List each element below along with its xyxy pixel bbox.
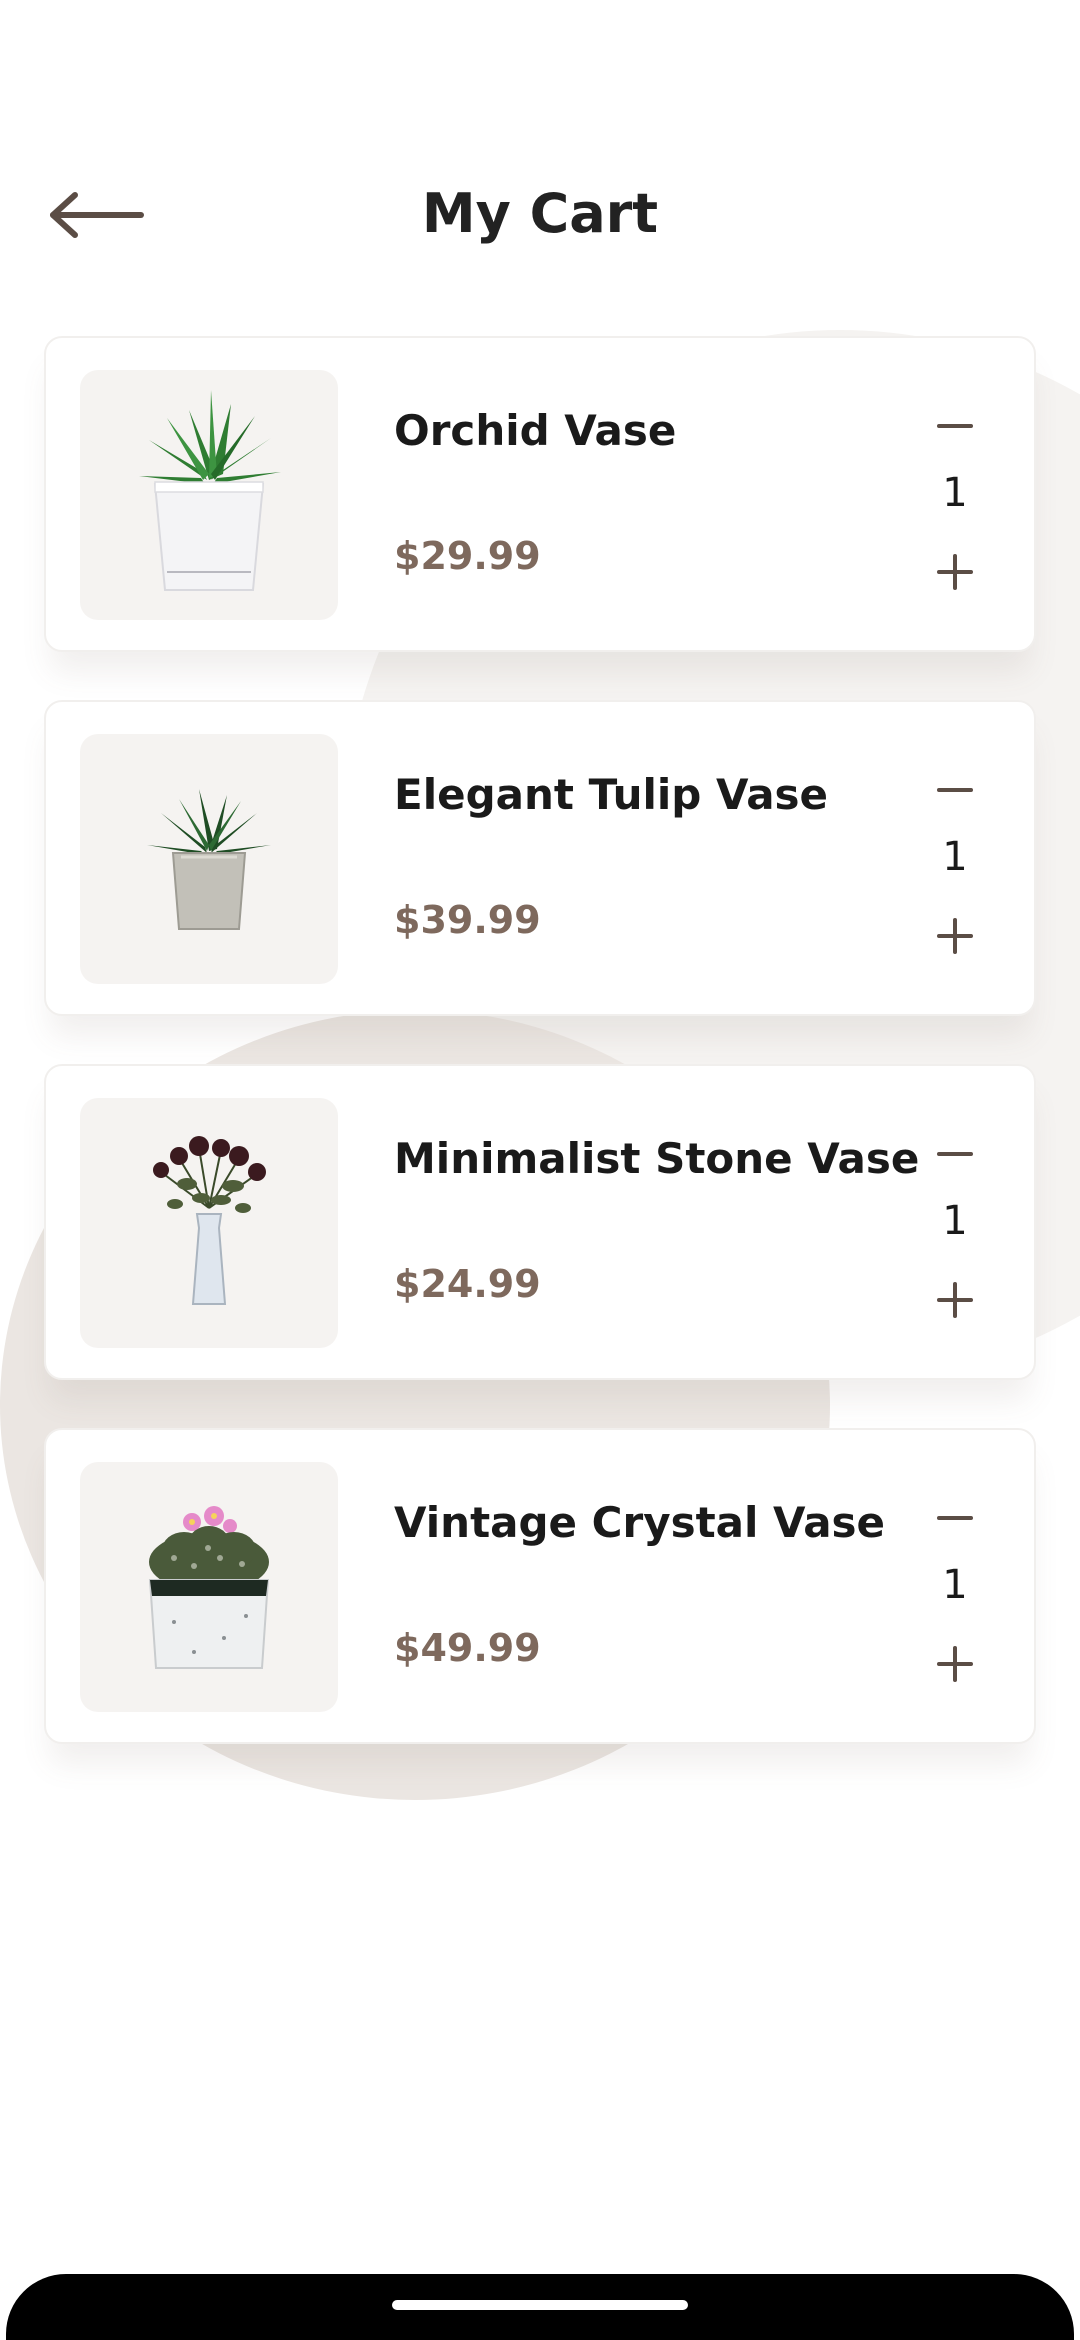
- minus-icon: [937, 1516, 973, 1520]
- product-image: [80, 1098, 338, 1348]
- quantity-stepper: 1: [920, 1126, 990, 1326]
- plus-icon: [937, 918, 973, 954]
- quantity-stepper: 1: [920, 762, 990, 962]
- cart-item[interactable]: Elegant Tulip Vase $39.99 1: [44, 700, 1036, 1016]
- minus-icon: [937, 1152, 973, 1156]
- product-name: Vintage Crystal Vase: [394, 1498, 886, 1547]
- product-name: Orchid Vase: [394, 406, 677, 455]
- decrease-quantity-button[interactable]: [920, 1126, 990, 1182]
- quantity-value: 1: [942, 834, 968, 880]
- quantity-stepper: 1: [920, 1490, 990, 1690]
- increase-quantity-button[interactable]: [920, 544, 990, 600]
- product-price: $49.99: [394, 1626, 541, 1670]
- plus-icon: [937, 554, 973, 590]
- product-image: [80, 370, 338, 620]
- cart-item[interactable]: Vintage Crystal Vase $49.99 1: [44, 1428, 1036, 1744]
- plus-icon: [937, 1646, 973, 1682]
- product-image: [80, 1462, 338, 1712]
- home-indicator[interactable]: [392, 2300, 688, 2310]
- increase-quantity-button[interactable]: [920, 1636, 990, 1692]
- product-price: $39.99: [394, 898, 541, 942]
- product-price: $29.99: [394, 534, 541, 578]
- minus-icon: [937, 424, 973, 428]
- page-title: My Cart: [421, 182, 659, 245]
- quantity-value: 1: [942, 1198, 968, 1244]
- minus-icon: [937, 788, 973, 792]
- quantity-value: 1: [942, 470, 968, 516]
- decrease-quantity-button[interactable]: [920, 762, 990, 818]
- product-name: Elegant Tulip Vase: [394, 770, 829, 819]
- quantity-stepper: 1: [920, 398, 990, 598]
- increase-quantity-button[interactable]: [920, 908, 990, 964]
- quantity-value: 1: [942, 1562, 968, 1608]
- product-price: $24.99: [394, 1262, 541, 1306]
- decrease-quantity-button[interactable]: [920, 398, 990, 454]
- increase-quantity-button[interactable]: [920, 1272, 990, 1328]
- product-name: Minimalist Stone Vase: [394, 1134, 920, 1183]
- decrease-quantity-button[interactable]: [920, 1490, 990, 1546]
- cart-item[interactable]: Minimalist Stone Vase $24.99 1: [44, 1064, 1036, 1380]
- cart-list: Orchid Vase $29.99 1 Elegant Tulip Vase …: [44, 336, 1036, 1792]
- plus-icon: [937, 1282, 973, 1318]
- product-image: [80, 734, 338, 984]
- cart-item[interactable]: Orchid Vase $29.99 1: [44, 336, 1036, 652]
- cart-screen: My Cart Orchid Vase $29.99 1 Elegant Tul…: [0, 0, 1080, 2340]
- header: My Cart: [0, 150, 1080, 280]
